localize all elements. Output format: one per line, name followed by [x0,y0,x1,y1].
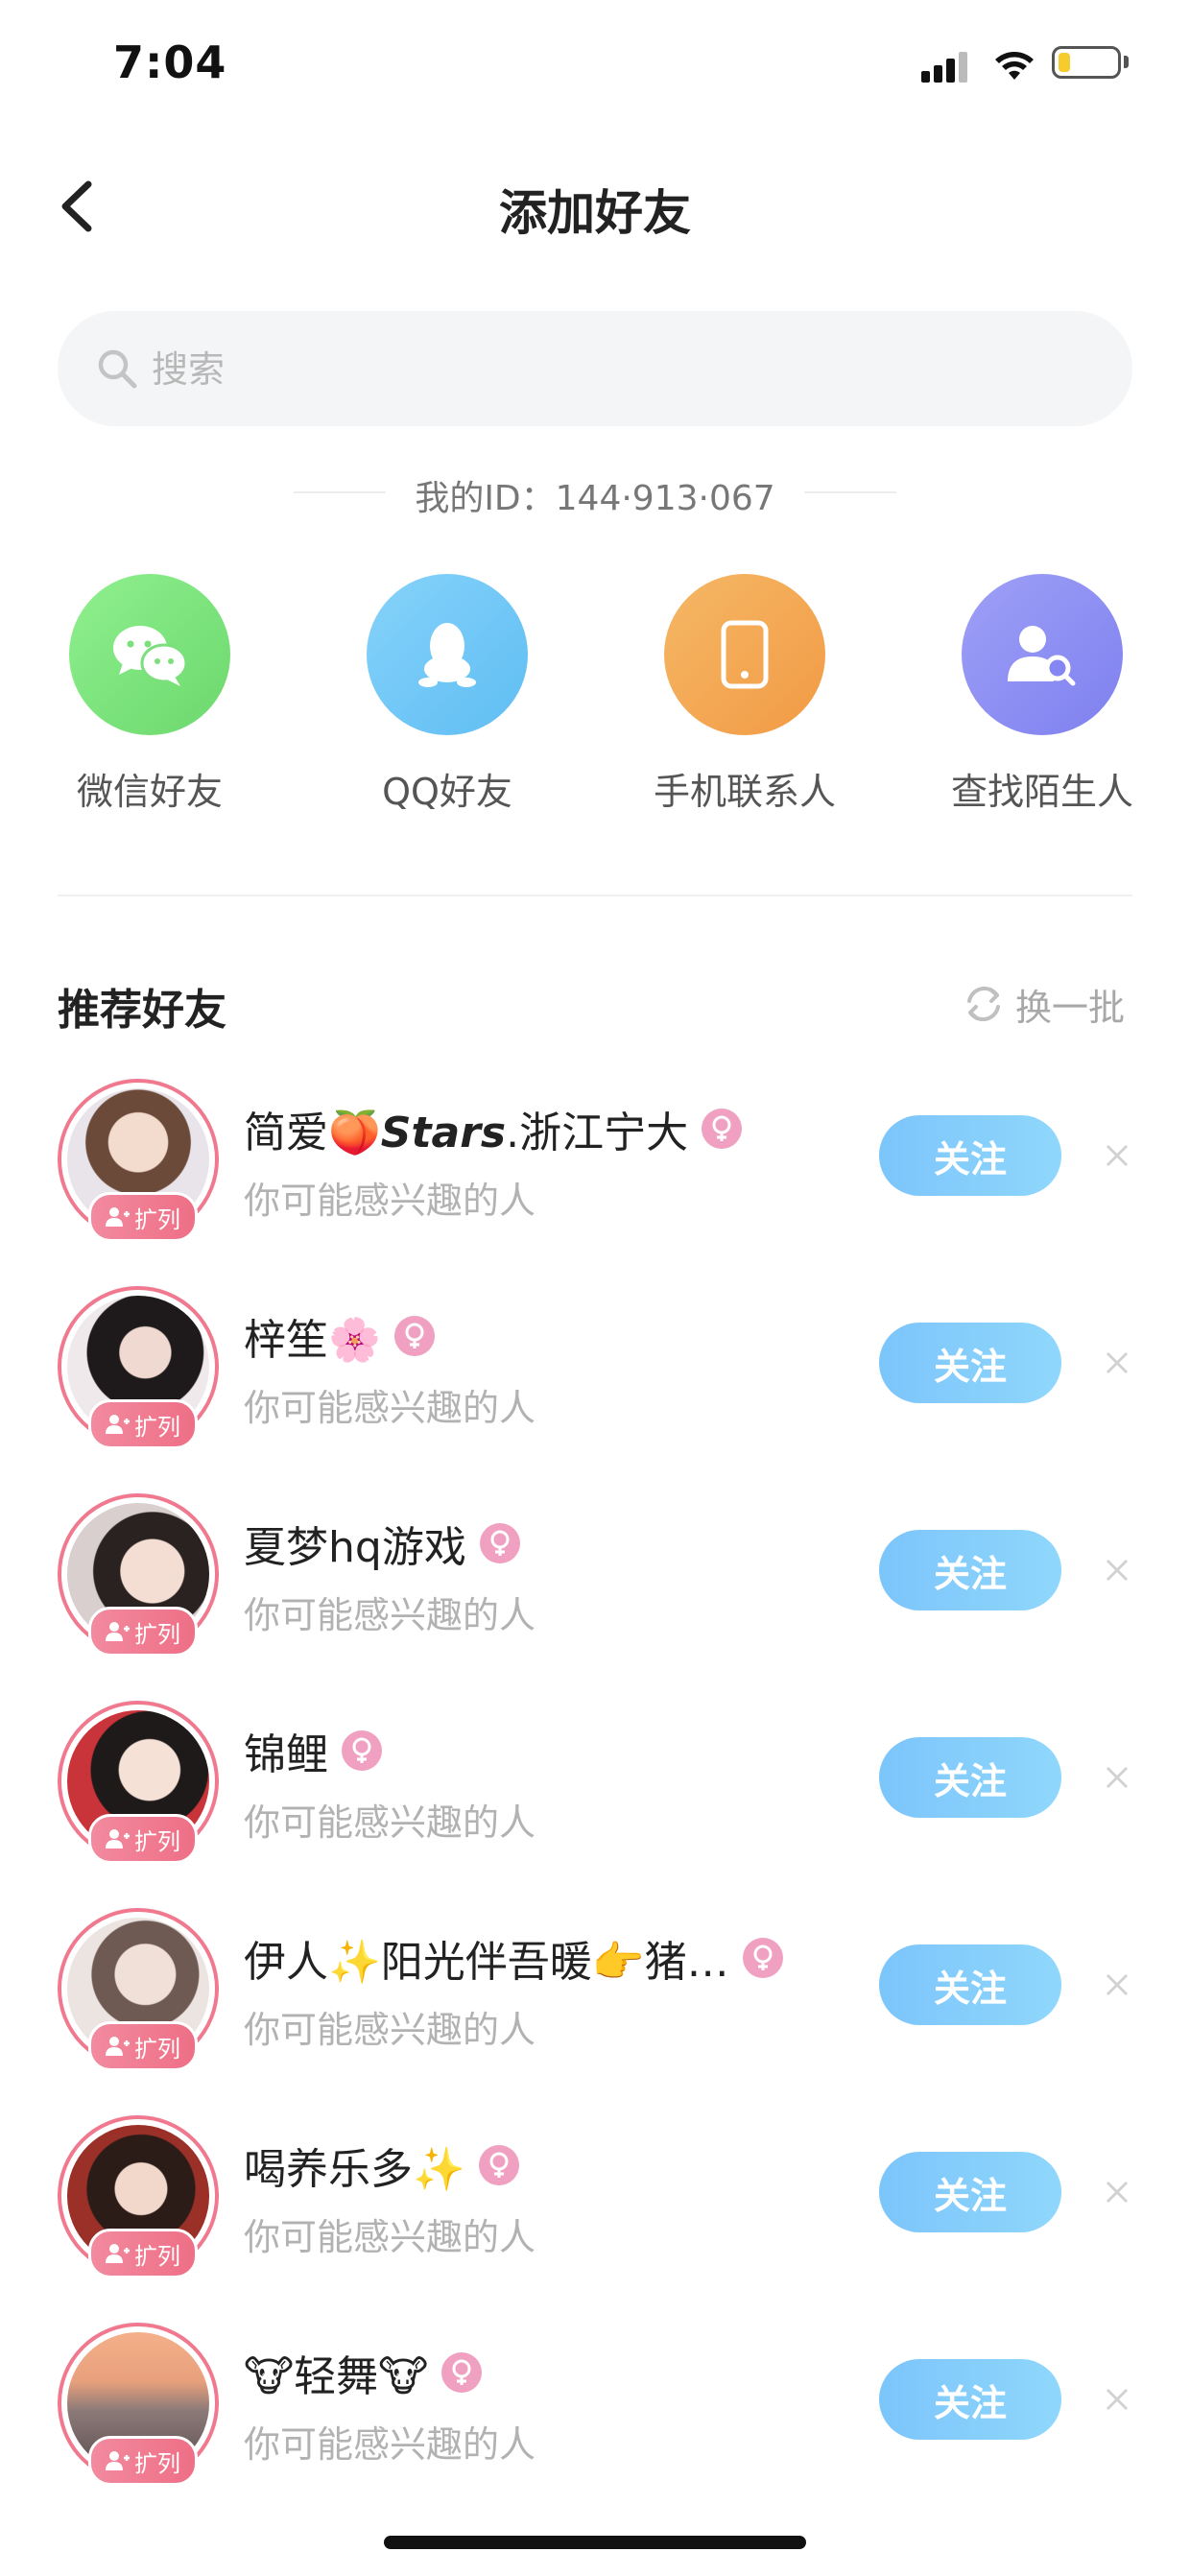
channel-label: 手机联系人 [653,771,836,813]
badge-label: 扩列 [134,1827,180,1855]
refresh-label: 换一批 [1015,986,1126,1029]
wifi-icon [995,52,1034,80]
channel-icon-circle [69,574,230,735]
channel-find-strangers[interactable]: 查找陌生人 [917,574,1167,823]
refresh-button[interactable]: 换一批 [962,977,1125,1031]
qq-penguin-icon [418,623,476,687]
badge-label: 扩列 [134,1205,180,1233]
follow-button[interactable]: 关注 [879,1944,1061,2025]
channel-icon-circle [664,574,825,735]
expand-badge: 扩列 [88,2436,198,2486]
friend-subtitle: 你可能感兴趣的人 [244,1180,536,1222]
follow-button[interactable]: 关注 [879,1115,1061,1196]
expand-badge: 扩列 [88,1192,198,1242]
close-icon[interactable] [1102,1969,1132,2000]
follow-button[interactable]: 关注 [879,2152,1061,2232]
section-title: 推荐好友 [58,986,226,1035]
close-icon[interactable] [1102,1762,1132,1793]
cellular-signal-icon [921,52,969,83]
phone-icon [721,620,769,689]
friend-name: 梓笙🌸 [244,1316,381,1365]
add-friend-icon [106,2037,130,2056]
friend-name: 喝养乐多✨ [244,2145,465,2194]
friend-subtitle: 你可能感兴趣的人 [244,1594,536,1636]
badge-label: 扩列 [134,2242,180,2270]
follow-button[interactable]: 关注 [879,1530,1061,1610]
friend-name: 伊人✨阳光伴吾暖👉猪… [244,1938,729,1987]
channel-wechat-friends[interactable]: 微信好友 [25,574,274,823]
badge-label: 扩列 [134,2035,180,2063]
channel-label: 微信好友 [76,771,223,813]
female-gender-icon [702,1109,743,1149]
friend-subtitle: 你可能感兴趣的人 [244,1801,536,1844]
close-icon[interactable] [1102,2177,1132,2207]
expand-badge: 扩列 [88,1399,198,1449]
channel-icon-circle [962,574,1123,735]
friend-subtitle: 你可能感兴趣的人 [244,2423,536,2466]
close-icon[interactable] [1102,2384,1132,2415]
friend-row[interactable]: 扩列 喝养乐多✨ 你可能感兴趣的人 关注 [0,2104,1190,2296]
badge-label: 扩列 [134,2449,180,2477]
expand-badge: 扩列 [88,1814,198,1864]
female-gender-icon [393,1316,435,1356]
add-friend-icon [106,2244,130,2263]
channel-phone-contacts[interactable]: 手机联系人 [620,574,869,823]
channel-icon-circle [367,574,528,735]
add-friend-icon [106,1207,130,1227]
channel-label: QQ好友 [382,771,512,813]
search-input[interactable] [150,330,1075,409]
friend-row[interactable]: 扩列 🐮轻舞🐮 你可能感兴趣的人 关注 [0,2311,1190,2503]
friend-subtitle: 你可能感兴趣的人 [244,1387,536,1429]
status-time: 7:04 [113,36,227,88]
search-icon [98,349,137,389]
battery-icon [1052,46,1121,79]
friend-name: 简爱🍑𝙎𝙩𝙖𝙧𝙨.浙江宁大 [244,1109,689,1157]
search-bar[interactable] [58,311,1132,426]
female-gender-icon [478,2145,519,2185]
close-icon[interactable] [1102,1140,1132,1171]
close-icon[interactable] [1102,1555,1132,1586]
follow-button[interactable]: 关注 [879,1737,1061,1818]
female-gender-icon [342,1730,382,1771]
friend-row[interactable]: 扩列 锦鲤 你可能感兴趣的人 关注 [0,1689,1190,1881]
battery-nub [1124,56,1129,68]
expand-badge: 扩列 [88,2229,198,2278]
wechat-icon [113,626,188,686]
female-gender-icon [742,1938,783,1978]
friend-row[interactable]: 扩列 伊人✨阳光伴吾暖👉猪… 你可能感兴趣的人 关注 [0,1896,1190,2088]
refresh-icon [967,986,1000,1022]
friend-subtitle: 你可能感兴趣的人 [244,2009,536,2051]
find-person-icon [1008,626,1076,686]
section-divider [58,894,1132,896]
friend-subtitle: 你可能感兴趣的人 [244,2216,536,2258]
female-gender-icon [479,1523,520,1563]
battery-level [1059,53,1070,72]
expand-badge: 扩列 [88,2021,198,2071]
expand-badge: 扩列 [88,1607,198,1657]
follow-button[interactable]: 关注 [879,1323,1061,1403]
friend-name: 锦鲤 [244,1730,328,1779]
friend-row[interactable]: 扩列 简爱🍑𝙎𝙩𝙖𝙧𝙨.浙江宁大 你可能感兴趣的人 关注 [0,1067,1190,1259]
follow-button[interactable]: 关注 [879,2359,1061,2440]
badge-label: 扩列 [134,1413,180,1441]
add-friend-icon [106,2451,130,2470]
home-indicator[interactable] [384,2536,806,2549]
channel-label: 查找陌生人 [950,771,1133,813]
female-gender-icon [441,2352,483,2393]
close-icon[interactable] [1102,1348,1132,1378]
add-friend-icon [106,1415,130,1434]
badge-label: 扩列 [134,1620,180,1648]
friend-row[interactable]: 扩列 梓笙🌸 你可能感兴趣的人 关注 [0,1275,1190,1467]
page-title: 添加好友 [499,185,691,241]
friend-name: 夏梦hq游戏 [244,1523,466,1572]
friend-row[interactable]: 扩列 夏梦hq游戏 你可能感兴趣的人 关注 [0,1482,1190,1674]
my-id-label: 我的ID：144·913·067 [415,479,775,518]
channel-qq-friends[interactable]: QQ好友 [322,574,572,823]
add-friend-icon [106,1829,130,1849]
friend-name: 🐮轻舞🐮 [244,2352,429,2401]
add-friend-icon [106,1622,130,1641]
